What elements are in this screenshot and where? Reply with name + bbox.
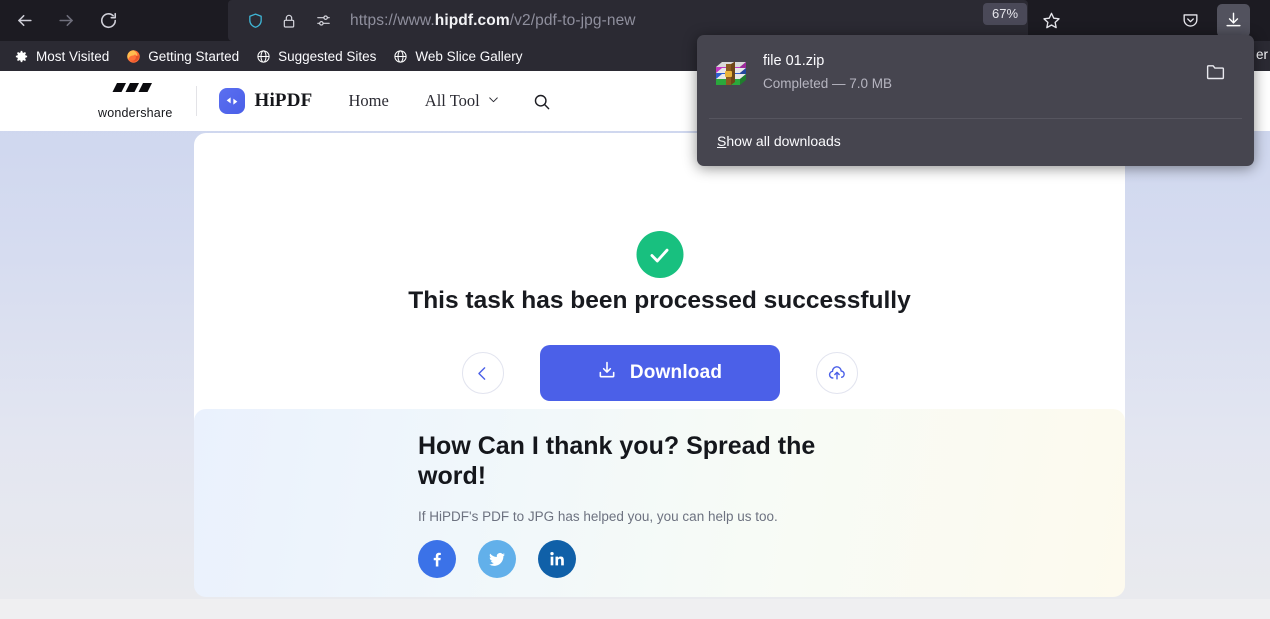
pocket-icon xyxy=(1183,14,1198,27)
result-title: This task has been processed successfull… xyxy=(408,287,911,314)
nav-item-home[interactable]: Home xyxy=(348,91,388,111)
lock-icon[interactable] xyxy=(272,0,306,41)
cloud-upload-icon xyxy=(828,366,845,380)
show-all-accesskey: S xyxy=(717,133,727,149)
hipdf-wordmark[interactable]: HiPDF xyxy=(254,90,312,112)
url-prefix: https://www. xyxy=(350,11,435,29)
downloads-panel: file 01.zip Completed — 7.0 MB Show all … xyxy=(697,35,1254,166)
bookmark-clipped-label[interactable]: er xyxy=(1256,47,1268,62)
linkedin-icon xyxy=(550,552,564,566)
promo-card: How Can I thank you? Spread the word! If… xyxy=(194,409,1125,597)
back-button[interactable] xyxy=(6,5,42,37)
gear-icon xyxy=(13,48,29,64)
result-card: This task has been processed successfull… xyxy=(194,133,1125,448)
download-file-name: file 01.zip xyxy=(763,53,825,69)
hipdf-logo-icon[interactable] xyxy=(219,88,246,114)
facebook-icon xyxy=(433,552,441,567)
zoom-level-indicator[interactable]: 67% xyxy=(983,3,1028,25)
url-host: hipdf.com xyxy=(434,11,510,29)
promo-subtitle: If HiPDF's PDF to JPG has helped you, yo… xyxy=(418,509,778,524)
bookmark-star-icon xyxy=(1043,12,1060,29)
wondershare-logo[interactable]: wondershare xyxy=(98,82,173,120)
globe-icon xyxy=(392,48,408,64)
pocket-button[interactable] xyxy=(1174,4,1207,37)
linkedin-share-button[interactable] xyxy=(538,540,576,578)
bookmark-getting-started[interactable]: Getting Started xyxy=(118,45,246,67)
browser-window: https://www.hipdf.com/v2/pdf-to-jpg-new … xyxy=(0,0,1270,619)
panel-divider xyxy=(709,118,1242,119)
zip-archive-icon xyxy=(713,55,749,91)
bookmark-star-button[interactable] xyxy=(1035,4,1068,37)
site-search-button[interactable] xyxy=(532,92,551,111)
result-actions: Download xyxy=(194,345,1125,401)
chevron-down-icon xyxy=(487,91,500,111)
shield-icon[interactable] xyxy=(238,0,272,41)
facebook-share-button[interactable] xyxy=(418,540,456,578)
open-containing-folder-button[interactable] xyxy=(1205,61,1226,87)
green-check-circle-icon xyxy=(636,231,683,278)
download-button-label: Download xyxy=(629,362,723,383)
social-share-buttons xyxy=(418,540,576,578)
chevron-left-icon xyxy=(478,366,486,380)
bookmark-label: Suggested Sites xyxy=(278,48,377,64)
wondershare-diamonds-icon xyxy=(108,82,162,103)
promo-title: How Can I thank you? Spread the word! xyxy=(418,432,816,490)
firefox-icon xyxy=(125,48,141,64)
forward-button[interactable] xyxy=(48,5,84,37)
bookmark-most-visited[interactable]: Most Visited xyxy=(6,45,116,67)
wondershare-wordmark: wondershare xyxy=(98,105,173,120)
nav-label: Home xyxy=(348,91,389,110)
url-text: https://www.hipdf.com/v2/pdf-to-jpg-new xyxy=(350,12,636,30)
search-icon xyxy=(534,94,550,109)
downloads-arrow-icon xyxy=(1226,12,1241,27)
header-divider xyxy=(196,86,198,116)
bookmark-label: Most Visited xyxy=(36,48,110,64)
download-status: Completed — 7.0 MB xyxy=(763,76,893,91)
bookmark-web-slice-gallery[interactable]: Web Slice Gallery xyxy=(385,45,529,67)
show-all-downloads-button[interactable]: Show all downloads xyxy=(709,127,849,155)
show-all-label: how all downloads xyxy=(726,133,841,149)
navigation-buttons xyxy=(0,5,126,37)
reload-button[interactable] xyxy=(90,5,126,37)
download-item[interactable]: file 01.zip Completed — 7.0 MB xyxy=(697,35,1254,114)
back-step-button[interactable] xyxy=(461,352,504,394)
twitter-share-button[interactable] xyxy=(478,540,516,578)
download-button[interactable]: Download xyxy=(539,345,780,401)
cloud-upload-button[interactable] xyxy=(815,352,858,394)
downloads-button[interactable] xyxy=(1217,4,1250,37)
twitter-icon xyxy=(489,552,505,566)
back-arrow-icon xyxy=(17,14,32,27)
bookmark-label: Web Slice Gallery xyxy=(415,48,523,64)
reload-icon xyxy=(100,12,116,29)
bookmark-suggested-sites[interactable]: Suggested Sites xyxy=(248,45,383,67)
open-folder-icon xyxy=(1206,65,1225,80)
nav-label: All Tool xyxy=(424,91,480,110)
nav-item-all-tool[interactable]: All Tool xyxy=(425,91,500,111)
bookmark-label: Getting Started xyxy=(148,48,240,64)
url-path: /v2/pdf-to-jpg-new xyxy=(509,11,636,29)
permissions-icon[interactable] xyxy=(306,0,340,41)
download-tray-icon xyxy=(597,360,617,386)
forward-arrow-icon xyxy=(58,14,73,27)
globe-icon xyxy=(255,48,271,64)
